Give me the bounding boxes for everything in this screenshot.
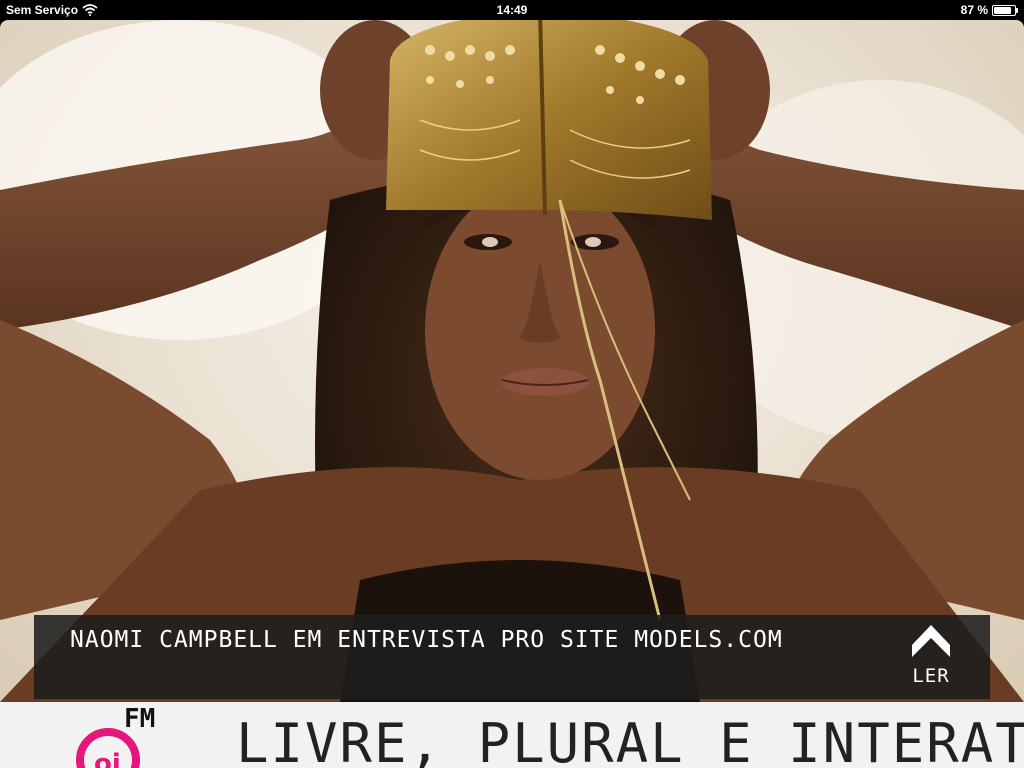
clock: 14:49 bbox=[496, 3, 528, 17]
ad-logo-text: FM bbox=[124, 704, 156, 734]
battery-percent: 87 % bbox=[960, 3, 988, 17]
arrow-up-icon bbox=[912, 625, 950, 657]
battery-icon bbox=[992, 4, 1018, 16]
portrait-illustration bbox=[0, 20, 1024, 702]
article-photo[interactable] bbox=[0, 20, 1024, 702]
read-label: LER bbox=[912, 665, 950, 687]
read-article-button[interactable]: LER bbox=[908, 625, 954, 693]
ad-slogan: LIVRE, PLURAL E INTERAT bbox=[236, 712, 1024, 768]
svg-text:oi: oi bbox=[94, 749, 121, 768]
article-caption-bar[interactable]: NAOMI CAMPBELL EM ENTREVISTA PRO SITE MO… bbox=[34, 615, 990, 699]
article-headline[interactable]: NAOMI CAMPBELL EM ENTREVISTA PRO SITE MO… bbox=[70, 623, 830, 657]
status-bar: Sem Serviço 14:49 87 % bbox=[0, 0, 1024, 20]
ad-banner[interactable]: oi FM LIVRE, PLURAL E INTERAT bbox=[0, 702, 1024, 768]
battery-indicator: 87 % bbox=[961, 3, 1018, 17]
